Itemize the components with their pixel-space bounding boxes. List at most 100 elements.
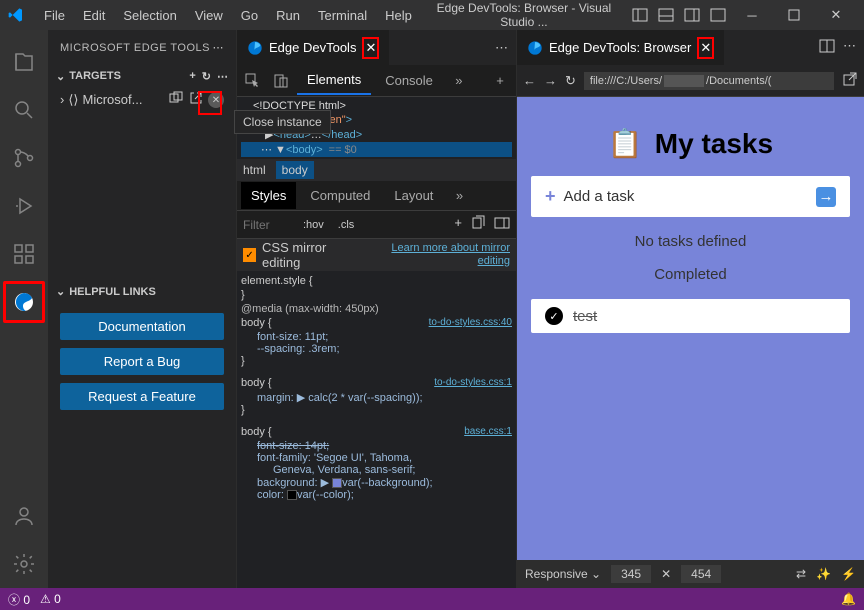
breadcrumb-html[interactable]: html	[243, 163, 266, 177]
css-pane[interactable]: element.style { } @media (max-width: 450…	[237, 271, 516, 588]
debug-icon[interactable]	[0, 182, 48, 230]
layout-icon-2[interactable]	[654, 3, 678, 27]
vscode-logo-icon	[8, 7, 24, 23]
dimension-separator: ✕	[661, 567, 671, 581]
dom-breadcrumb[interactable]: html body	[237, 159, 516, 181]
add-tab-icon[interactable]: +	[488, 69, 512, 93]
sidebar-title: MICROSOFT EDGE TOOLS	[60, 42, 210, 54]
plus-icon: +	[545, 186, 556, 207]
targets-section-header[interactable]: ⌄ TARGETS + ↻ ⋯	[48, 65, 236, 87]
device-icon[interactable]	[269, 69, 293, 93]
menu-go[interactable]: Go	[233, 4, 266, 27]
search-icon[interactable]	[0, 86, 48, 134]
report-bug-button[interactable]: Report a Bug	[60, 348, 224, 375]
cls-button[interactable]: .cls	[334, 217, 359, 233]
request-feature-button[interactable]: Request a Feature	[60, 383, 224, 410]
menu-run[interactable]: Run	[268, 4, 308, 27]
window-close-button[interactable]: ✕	[816, 0, 856, 30]
new-style-icon[interactable]: +	[454, 215, 462, 234]
statusbar: ⓧ 0 ⚠ 0 🔔	[0, 588, 864, 610]
maximize-button[interactable]	[774, 0, 814, 30]
layout-icon-1[interactable]	[628, 3, 652, 27]
close-tab-icon[interactable]: ✕	[362, 37, 379, 59]
hov-button[interactable]: :hov	[299, 217, 328, 233]
devtools-tab[interactable]: Edge DevTools ✕	[237, 30, 390, 65]
mirror-link[interactable]: Learn more about mirror editing	[367, 242, 510, 268]
styles-tab[interactable]: Styles	[241, 182, 296, 209]
check-icon[interactable]: ✓	[545, 307, 563, 325]
edge-tools-icon[interactable]	[3, 281, 45, 323]
network-icon[interactable]: ⚡	[841, 567, 856, 581]
warnings-icon[interactable]: ⚠ 0	[40, 592, 61, 606]
notifications-icon[interactable]: 🔔	[841, 592, 856, 606]
height-input[interactable]: 454	[681, 565, 721, 583]
sidebar-more-icon[interactable]: ⋯	[213, 41, 225, 54]
window-title: Edge DevTools: Browser - Visual Studio .…	[420, 1, 628, 29]
copy-styles-icon[interactable]	[470, 215, 486, 234]
url-bar[interactable]: file:///C:/Users//Documents/(	[584, 72, 834, 90]
layout-icon-4[interactable]	[706, 3, 730, 27]
add-task-input[interactable]: + Add a task →	[531, 176, 850, 217]
refresh-targets-icon[interactable]: ↻	[202, 70, 211, 83]
width-input[interactable]: 345	[611, 565, 651, 583]
no-tasks-label: No tasks defined	[635, 233, 747, 250]
mirror-checkbox[interactable]: ✓	[243, 248, 256, 262]
toggle-panel-icon[interactable]	[494, 215, 510, 234]
split-editor-icon[interactable]	[819, 38, 835, 57]
mirror-label: CSS mirror editing	[262, 240, 361, 270]
open-external-icon[interactable]	[168, 90, 184, 109]
reload-icon[interactable]: ↻	[565, 73, 576, 89]
menu-file[interactable]: File	[36, 4, 73, 27]
browser-viewport: 📋 My tasks + Add a task → No tasks defin…	[517, 97, 864, 560]
computed-tab[interactable]: Computed	[300, 182, 380, 209]
rotate-icon[interactable]: ⇄	[796, 567, 806, 581]
menu-selection[interactable]: Selection	[115, 4, 184, 27]
open-external-icon[interactable]	[842, 71, 858, 90]
more-tabs-icon[interactable]: »	[447, 69, 471, 93]
edge-icon	[527, 40, 543, 56]
close-browser-tab-icon[interactable]: ✕	[697, 37, 714, 59]
filter-input[interactable]	[243, 218, 293, 232]
css-link-2[interactable]: to-do-styles.css:1	[434, 377, 512, 388]
account-icon[interactable]	[0, 492, 48, 540]
send-icon[interactable]: →	[816, 187, 836, 207]
minimize-button[interactable]: ─	[732, 0, 772, 30]
breadcrumb-body[interactable]: body	[276, 161, 314, 179]
layout-tab[interactable]: Layout	[384, 182, 443, 209]
completed-task-item[interactable]: ✓ test	[531, 299, 850, 333]
target-row[interactable]: › ⟨⟩ Microsof... ✕	[48, 87, 236, 112]
css-link-3[interactable]: base.css:1	[464, 426, 512, 437]
helpful-links-header[interactable]: ⌄ HELPFUL LINKS	[48, 281, 236, 303]
screenshot-icon[interactable]: ✨	[816, 567, 831, 581]
back-icon[interactable]: ←	[523, 73, 536, 88]
elements-tab[interactable]: Elements	[297, 66, 371, 95]
menu-view[interactable]: View	[187, 4, 231, 27]
page-title: 📋 My tasks	[608, 127, 773, 160]
editor-more-icon[interactable]: ⋯	[495, 40, 508, 56]
forward-icon[interactable]: →	[544, 73, 557, 88]
console-tab[interactable]: Console	[375, 67, 443, 94]
sidebar: MICROSOFT EDGE TOOLS ⋯ ⌄ TARGETS + ↻ ⋯ ›…	[48, 30, 236, 588]
css-link-1[interactable]: to-do-styles.css:40	[429, 317, 512, 328]
targets-more-icon[interactable]: ⋯	[217, 70, 228, 83]
browser-more-icon[interactable]: ⋯	[843, 38, 856, 57]
more-styles-icon[interactable]: »	[447, 184, 471, 208]
menu-help[interactable]: Help	[377, 4, 420, 27]
inspect-icon[interactable]	[241, 69, 265, 93]
settings-gear-icon[interactable]	[0, 540, 48, 588]
browser-tab[interactable]: Edge DevTools: Browser ✕	[517, 30, 725, 65]
menu-edit[interactable]: Edit	[75, 4, 113, 27]
explorer-icon[interactable]	[0, 38, 48, 86]
layout-icon-3[interactable]	[680, 3, 704, 27]
chevron-down-icon: ⌄	[56, 285, 65, 298]
source-control-icon[interactable]	[0, 134, 48, 182]
target-name: Microsof...	[83, 92, 143, 107]
extensions-icon[interactable]	[0, 230, 48, 278]
add-task-label: Add a task	[564, 188, 635, 205]
tooltip: Close instance	[234, 110, 331, 134]
add-target-icon[interactable]: +	[189, 70, 195, 83]
responsive-dropdown[interactable]: Responsive ⌄	[525, 567, 601, 581]
menu-terminal[interactable]: Terminal	[310, 4, 375, 27]
edge-icon	[247, 40, 263, 56]
documentation-button[interactable]: Documentation	[60, 313, 224, 340]
